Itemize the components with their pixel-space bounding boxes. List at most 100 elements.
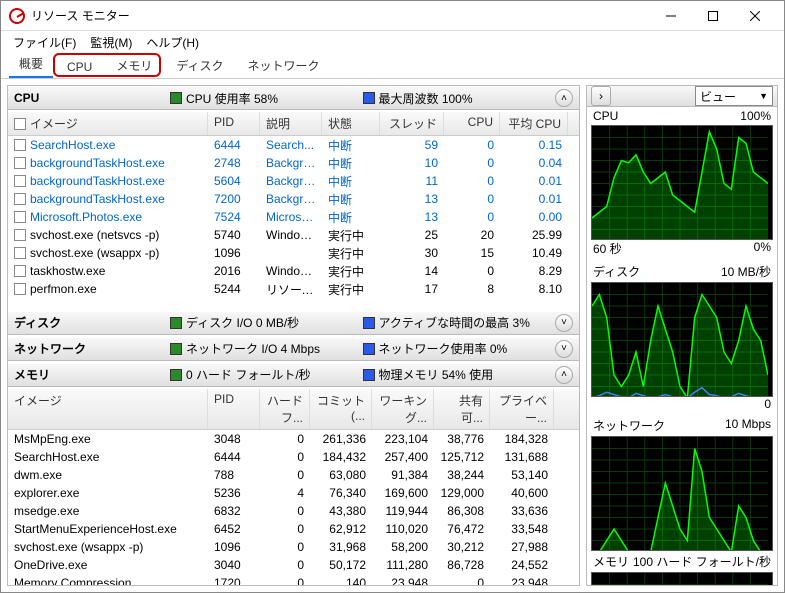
cell-pv: 53,140	[490, 467, 554, 483]
table-row[interactable]: explorer.exe 5236 4 76,340 169,600 129,0…	[8, 484, 579, 502]
col-mem-hf[interactable]: ハード フ...	[260, 389, 310, 429]
tab-overview[interactable]: 概要	[9, 51, 53, 78]
col-image[interactable]: イメージ	[30, 115, 78, 132]
col-mem-pid[interactable]: PID	[208, 389, 260, 429]
table-row[interactable]: msedge.exe 6832 0 43,380 119,944 86,308 …	[8, 502, 579, 520]
table-row[interactable]: Memory Compression 1720 0 140 23,948 0 2…	[8, 574, 579, 586]
chevron-down-icon[interactable]: ˅	[555, 340, 573, 358]
col-threads[interactable]: スレッド	[380, 112, 444, 135]
cell-sh: 76,472	[434, 521, 490, 537]
cell-pid: 7524	[208, 209, 260, 225]
graph-title-label: ディスク	[593, 263, 640, 280]
cell-status: 中断	[322, 190, 380, 209]
process-name: Microsoft.Photos.exe	[30, 210, 142, 224]
row-checkbox[interactable]	[14, 229, 26, 241]
chevron-down-icon[interactable]: ˅	[555, 314, 573, 332]
cell-pid: 3040	[208, 557, 260, 573]
green-square-icon	[170, 343, 182, 355]
section-disk-header[interactable]: ディスク ディスク I/O 0 MB/秒 アクティブな時間の最高 3% ˅	[8, 311, 579, 335]
row-checkbox[interactable]	[14, 283, 26, 295]
chevron-up-icon[interactable]: ˄	[555, 89, 573, 107]
right-pane: › ビュー▼ CPU100% 60 秒0% ディスク10 MB/秒 0 ネットワ…	[586, 85, 778, 586]
cpu-freq-label: 最大周波数 100%	[379, 90, 473, 107]
cell-threads: 59	[380, 137, 444, 153]
col-avg[interactable]: 平均 CPU	[500, 112, 568, 135]
table-row[interactable]: taskhostw.exe 2016 Window... 実行中 14 0 8.…	[8, 262, 579, 280]
col-mem-sh[interactable]: 共有可...	[434, 389, 490, 429]
cell-avg: 0.01	[500, 173, 568, 189]
col-mem-image[interactable]: イメージ	[8, 389, 208, 429]
close-button[interactable]	[734, 2, 776, 30]
col-pid[interactable]: PID	[208, 112, 260, 135]
section-cpu-header[interactable]: CPU CPU 使用率 58% 最大周波数 100% ˄	[8, 86, 579, 110]
table-row[interactable]: dwm.exe 788 0 63,080 91,384 38,244 53,14…	[8, 466, 579, 484]
menu-help[interactable]: ヘルプ(H)	[140, 32, 205, 53]
chevron-up-icon[interactable]: ˄	[555, 366, 573, 384]
blue-square-icon	[363, 343, 375, 355]
table-row[interactable]: svchost.exe (wsappx -p) 1096 0 31,968 58…	[8, 538, 579, 556]
process-name: svchost.exe (wsappx -p)	[30, 246, 159, 260]
table-row[interactable]: svchost.exe (netsvcs -p) 5740 Window... …	[8, 226, 579, 244]
row-checkbox[interactable]	[14, 265, 26, 277]
maximize-button[interactable]	[692, 2, 734, 30]
menu-monitor[interactable]: 監視(M)	[84, 32, 138, 53]
cell-image: Memory Compression	[8, 575, 208, 586]
graph-xr: 0%	[754, 240, 771, 257]
view-selector[interactable]: ビュー▼	[695, 86, 773, 106]
memory-table-header: イメージ PID ハード フ... コミット (... ワーキング... 共有可…	[8, 389, 579, 430]
disk-io-label: ディスク I/O 0 MB/秒	[186, 314, 299, 331]
cell-status: 実行中	[322, 244, 380, 263]
checkbox-all[interactable]	[14, 118, 26, 130]
col-mem-commit[interactable]: コミット (...	[310, 389, 372, 429]
table-row[interactable]: svchost.exe (wsappx -p) 1096 実行中 30 15 1…	[8, 244, 579, 262]
menubar: ファイル(F) 監視(M) ヘルプ(H)	[1, 31, 784, 53]
disk-active-label: アクティブな時間の最高 3%	[379, 314, 530, 331]
cell-hf: 0	[260, 539, 310, 555]
table-row[interactable]: SearchHost.exe 6444 Search... 中断 59 0 0.…	[8, 136, 579, 154]
cell-pid: 7200	[208, 191, 260, 207]
process-name: perfmon.exe	[30, 282, 97, 296]
memory-table: イメージ PID ハード フ... コミット (... ワーキング... 共有可…	[8, 389, 579, 586]
table-row[interactable]: backgroundTaskHost.exe 2748 Backgro... 中…	[8, 154, 579, 172]
col-cpu[interactable]: CPU	[444, 112, 500, 135]
table-row[interactable]: SearchHost.exe 6444 0 184,432 257,400 12…	[8, 448, 579, 466]
col-mem-pv[interactable]: プライベー...	[490, 389, 554, 429]
cell-cpu: 20	[444, 227, 500, 243]
blue-square-icon	[363, 317, 375, 329]
table-row[interactable]: perfmon.exe 5244 リソースと... 実行中 17 8 8.10	[8, 280, 579, 298]
table-row[interactable]: backgroundTaskHost.exe 5604 Backgro... 中…	[8, 172, 579, 190]
table-row[interactable]: backgroundTaskHost.exe 7200 Backgro... 中…	[8, 190, 579, 208]
cell-pid: 2748	[208, 155, 260, 171]
cell-pid: 788	[208, 467, 260, 483]
process-name: taskhostw.exe	[30, 264, 105, 278]
minimize-button[interactable]	[650, 2, 692, 30]
col-status[interactable]: 状態	[322, 112, 380, 135]
table-row[interactable]: MsMpEng.exe 3048 0 261,336 223,104 38,77…	[8, 430, 579, 448]
row-checkbox[interactable]	[14, 139, 26, 151]
row-checkbox[interactable]	[14, 175, 26, 187]
col-mem-ws[interactable]: ワーキング...	[372, 389, 434, 429]
cell-pid: 6832	[208, 503, 260, 519]
row-checkbox[interactable]	[14, 193, 26, 205]
section-memory-header[interactable]: メモリ 0 ハード フォールト/秒 物理メモリ 54% 使用 ˄	[8, 363, 579, 387]
tab-memory[interactable]: メモリ	[106, 53, 162, 78]
cell-ws: 110,020	[372, 521, 434, 537]
cell-avg: 0.04	[500, 155, 568, 171]
menu-file[interactable]: ファイル(F)	[7, 32, 82, 53]
table-row[interactable]: Microsoft.Photos.exe 7524 Microso... 中断 …	[8, 208, 579, 226]
cell-threads: 11	[380, 173, 444, 189]
tab-disk[interactable]: ディスク	[166, 53, 233, 78]
cell-sh: 38,244	[434, 467, 490, 483]
table-row[interactable]: StartMenuExperienceHost.exe 6452 0 62,91…	[8, 520, 579, 538]
collapse-right-button[interactable]: ›	[591, 86, 611, 106]
section-network-header[interactable]: ネットワーク ネットワーク I/O 4 Mbps ネットワーク使用率 0% ˅	[8, 337, 579, 361]
green-square-icon	[170, 369, 182, 381]
tab-network[interactable]: ネットワーク	[238, 53, 330, 78]
row-checkbox[interactable]	[14, 157, 26, 169]
row-checkbox[interactable]	[14, 247, 26, 259]
table-row[interactable]: OneDrive.exe 3040 0 50,172 111,280 86,72…	[8, 556, 579, 574]
col-desc[interactable]: 説明	[260, 112, 322, 135]
cell-desc: Backgro...	[260, 173, 322, 189]
tab-cpu[interactable]: CPU	[57, 56, 102, 78]
row-checkbox[interactable]	[14, 211, 26, 223]
